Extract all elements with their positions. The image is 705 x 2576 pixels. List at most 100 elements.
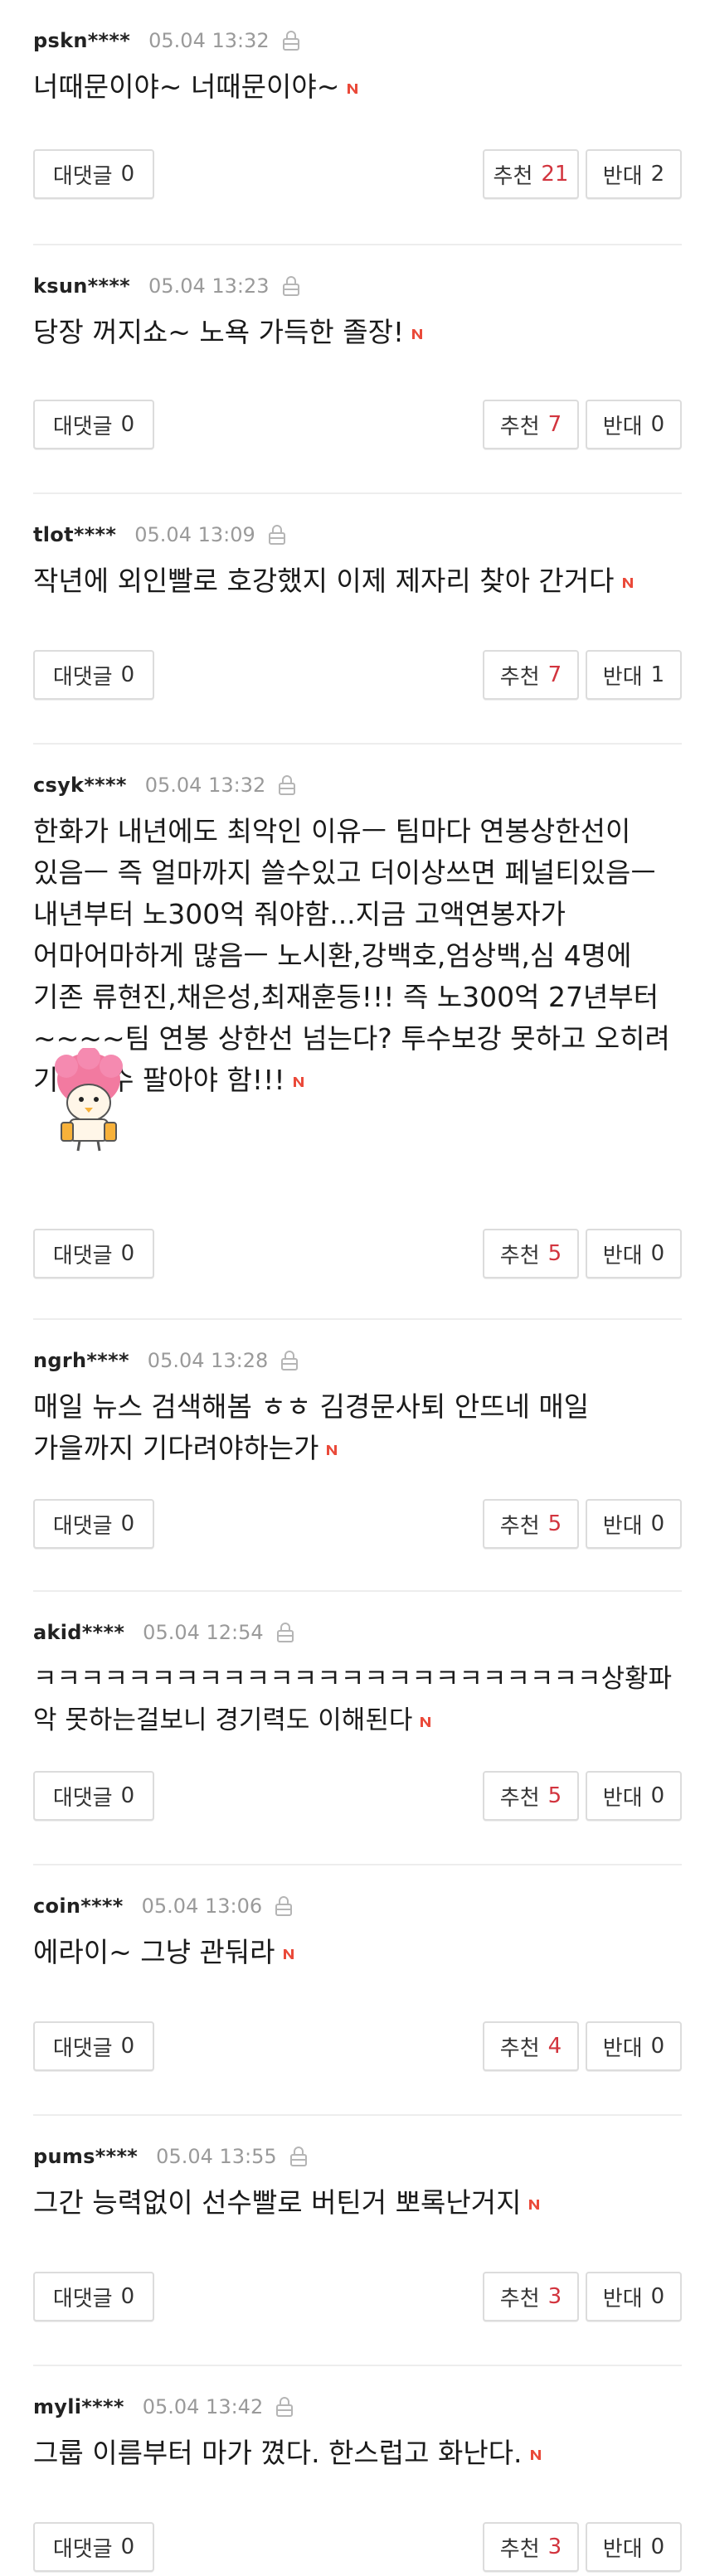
downvote-button[interactable]: 반대 0 <box>586 2272 682 2321</box>
reply-count: 0 <box>120 162 135 187</box>
upvote-button[interactable]: 추천 7 <box>483 400 579 449</box>
comment-nickname: csyk**** <box>33 774 127 797</box>
comment-item: pums**** 05.04 13:55 그간 능력없이 선수빨로 버틴거 뽀록… <box>33 2116 682 2366</box>
comment-list: pskn**** 05.04 13:32 너때문이야~ 너때문이야~ 대댓글 0 … <box>0 0 705 2574</box>
comment-meta: coin**** 05.04 13:06 <box>33 1892 294 1920</box>
comment-item: pskn**** 05.04 13:32 너때문이야~ 너때문이야~ 대댓글 0 … <box>33 0 682 245</box>
upvote-button[interactable]: 추천 21 <box>483 149 579 199</box>
downvote-count: 0 <box>650 2284 665 2309</box>
upvote-button[interactable]: 추천 3 <box>483 2522 579 2572</box>
n-badge-icon <box>327 1444 338 1455</box>
reply-button[interactable]: 대댓글 0 <box>33 400 154 449</box>
lock-icon <box>277 774 297 796</box>
reply-button[interactable]: 대댓글 0 <box>33 2021 154 2071</box>
downvote-label: 반대 <box>602 2035 643 2061</box>
reply-button[interactable]: 대댓글 0 <box>33 1499 154 1549</box>
comment-body: 에라이~ 그냥 관둬라 <box>33 1932 682 1973</box>
reply-button[interactable]: 대댓글 0 <box>33 2522 154 2572</box>
comment-body: 그룹 이름부터 마가 꼈다. 한스럽고 화난다. <box>33 2433 682 2474</box>
downvote-button[interactable]: 반대 0 <box>586 1771 682 1821</box>
comment-item: akid**** 05.04 12:54 ㅋㅋㅋㅋㅋㅋㅋㅋㅋㅋㅋㅋㅋㅋㅋㅋㅋㅋㅋ… <box>33 1592 682 1865</box>
downvote-button[interactable]: 반대 0 <box>586 400 682 449</box>
reply-button[interactable]: 대댓글 0 <box>33 2272 154 2321</box>
comment-text: 매일 뉴스 검색해봄 ㅎㅎ 김경문사퇴 안뜨네 매일 가을까지 기다려야하는가 <box>33 1390 590 1464</box>
downvote-count: 0 <box>650 412 665 437</box>
upvote-button[interactable]: 추천 3 <box>483 2272 579 2321</box>
n-badge-icon <box>530 2449 541 2460</box>
upvote-label: 추천 <box>499 414 540 439</box>
downvote-count: 2 <box>650 162 665 187</box>
lock-icon <box>274 1895 294 1917</box>
comment-date: 05.04 13:32 <box>144 774 266 797</box>
comment-nickname: coin**** <box>33 1894 124 1918</box>
lock-icon <box>281 30 301 51</box>
downvote-button[interactable]: 반대 0 <box>586 1229 682 1278</box>
upvote-count: 5 <box>547 1511 562 1536</box>
comment-date: 05.04 12:54 <box>143 1621 264 1644</box>
downvote-label: 반대 <box>602 1243 643 1269</box>
n-badge-icon <box>622 577 633 588</box>
upvote-count: 5 <box>547 1783 562 1808</box>
downvote-label: 반대 <box>602 1785 643 1811</box>
comment-nickname: ksun**** <box>33 274 131 298</box>
comment-text: 당장 꺼지쇼~ 노욕 가득한 졸장! <box>33 316 405 348</box>
comment-body: 한화가 내년에도 최악인 이유ㅡ 팀마다 연봉상한선이 있음ㅡ 즉 얼마까지 쓸… <box>33 811 682 1101</box>
downvote-button[interactable]: 반대 2 <box>586 149 682 199</box>
comment-meta: csyk**** 05.04 13:32 <box>33 771 297 799</box>
comment-date: 05.04 13:55 <box>156 2145 277 2168</box>
downvote-count: 1 <box>650 662 665 687</box>
upvote-button[interactable]: 추천 5 <box>483 1499 579 1549</box>
upvote-label: 추천 <box>499 2536 540 2562</box>
reply-label: 대댓글 <box>52 1513 113 1539</box>
comment-body: 작년에 외인빨로 호강했지 이제 제자리 찾아 간거다 <box>33 560 682 602</box>
upvote-count: 21 <box>541 162 569 187</box>
upvote-count: 7 <box>547 412 562 437</box>
lock-icon <box>275 1622 295 1643</box>
downvote-label: 반대 <box>602 2286 643 2312</box>
comment-date: 05.04 13:32 <box>148 29 270 52</box>
reply-button[interactable]: 대댓글 0 <box>33 1771 154 1821</box>
n-badge-icon <box>529 2199 540 2210</box>
upvote-button[interactable]: 추천 5 <box>483 1229 579 1278</box>
comment-text: 너때문이야~ 너때문이야~ <box>33 70 340 103</box>
reply-button[interactable]: 대댓글 0 <box>33 149 154 199</box>
reply-label: 대댓글 <box>52 1243 113 1269</box>
upvote-label: 추천 <box>499 1513 540 1539</box>
pink-character-sticker <box>55 1048 123 1152</box>
upvote-button[interactable]: 추천 4 <box>483 2021 579 2071</box>
upvote-label: 추천 <box>499 2286 540 2312</box>
reply-button[interactable]: 대댓글 0 <box>33 650 154 700</box>
downvote-button[interactable]: 반대 0 <box>586 1499 682 1549</box>
upvote-button[interactable]: 추천 7 <box>483 650 579 700</box>
comment-nickname: pums**** <box>33 2145 139 2168</box>
n-badge-icon <box>283 1948 294 1959</box>
upvote-count: 5 <box>547 1241 562 1266</box>
comment-meta: ngrh**** 05.04 13:28 <box>33 1346 299 1375</box>
reply-button[interactable]: 대댓글 0 <box>33 1229 154 1278</box>
comment-nickname: ngrh**** <box>33 1349 129 1372</box>
reply-count: 0 <box>120 2284 135 2309</box>
upvote-count: 7 <box>547 662 562 687</box>
downvote-count: 0 <box>650 1241 665 1266</box>
upvote-button[interactable]: 추천 5 <box>483 1771 579 1821</box>
comment-meta: ksun**** 05.04 13:23 <box>33 272 301 300</box>
comment-text: 그룹 이름부터 마가 꼈다. 한스럽고 화난다. <box>33 2437 523 2469</box>
comment-date: 05.04 13:09 <box>134 523 255 546</box>
comment-text: ㅋㅋㅋㅋㅋㅋㅋㅋㅋㅋㅋㅋㅋㅋㅋㅋㅋㅋㅋㅋㅋㅋㅋㅋ상황파악 못하는걸보니 경기력도… <box>33 1664 673 1735</box>
downvote-button[interactable]: 반대 1 <box>586 650 682 700</box>
n-badge-icon <box>421 1716 431 1727</box>
comment-nickname: tlot**** <box>33 523 117 546</box>
comment-text: 그간 능력없이 선수빨로 버틴거 뽀록난거지 <box>33 2186 522 2219</box>
comment-body: 너때문이야~ 너때문이야~ <box>33 66 682 108</box>
downvote-button[interactable]: 반대 0 <box>586 2522 682 2572</box>
comment-meta: tlot**** 05.04 13:09 <box>33 521 287 549</box>
downvote-label: 반대 <box>602 414 643 439</box>
reply-count: 0 <box>120 1783 135 1808</box>
comment-item: ksun**** 05.04 13:23 당장 꺼지쇼~ 노욕 가득한 졸장! … <box>33 245 682 494</box>
downvote-count: 0 <box>650 1511 665 1536</box>
upvote-count: 4 <box>547 2034 562 2059</box>
comment-text: 에라이~ 그냥 관둬라 <box>33 1936 275 1968</box>
downvote-button[interactable]: 반대 0 <box>586 2021 682 2071</box>
upvote-count: 3 <box>547 2284 562 2309</box>
comment-item: tlot**** 05.04 13:09 작년에 외인빨로 호강했지 이제 제자… <box>33 494 682 745</box>
